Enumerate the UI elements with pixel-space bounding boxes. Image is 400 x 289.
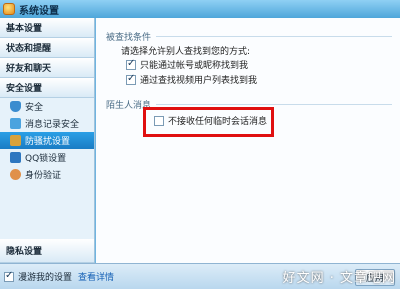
search-section-description: 请选择允许别人查找到您的方式: bbox=[121, 47, 251, 57]
sidebar-item-label: 防骚扰设置 bbox=[25, 137, 71, 147]
sidebar-item-anti-harassment[interactable]: 防骚扰设置 bbox=[0, 132, 94, 149]
option-find-by-video-list[interactable]: 通过查找视频用户列表找到我 bbox=[126, 73, 257, 86]
sidebar-group-friends-chat[interactable]: 好友和聊天 bbox=[0, 58, 94, 78]
sidebar-item-identity[interactable]: 身份验证 bbox=[0, 166, 94, 183]
fence-icon bbox=[10, 135, 21, 146]
qq-app-icon bbox=[3, 3, 15, 15]
sidebar-item-qq-lock[interactable]: QQ锁设置 bbox=[0, 149, 94, 166]
lock-icon bbox=[10, 152, 21, 163]
sidebar-item-label: 消息记录安全 bbox=[25, 120, 80, 130]
search-section-title: 被查找条件 bbox=[106, 33, 152, 43]
checkbox[interactable] bbox=[126, 58, 136, 70]
roam-settings-checkbox[interactable] bbox=[4, 270, 14, 282]
user-icon bbox=[10, 169, 21, 180]
sidebar-group-status[interactable]: 状态和提醒 bbox=[0, 38, 94, 58]
sidebar-group-privacy[interactable]: 隐私设置 bbox=[0, 239, 94, 263]
annotation-highlight-box bbox=[143, 107, 274, 137]
message-icon bbox=[10, 118, 21, 129]
settings-sidebar: 基本设置 状态和提醒 好友和聊天 安全设置 安全 消息记录安全 防骚扰设置 QQ… bbox=[0, 18, 95, 263]
section-divider bbox=[156, 104, 392, 105]
option-label: 只能通过帐号或昵称找到我 bbox=[140, 61, 249, 71]
view-details-link[interactable]: 查看详情 bbox=[78, 270, 114, 283]
title-bar: 系统设置 bbox=[0, 0, 400, 18]
checkbox[interactable] bbox=[126, 73, 136, 85]
sidebar-item-label: 身份验证 bbox=[25, 171, 62, 181]
shield-icon bbox=[10, 101, 21, 112]
option-find-by-account[interactable]: 只能通过帐号或昵称找到我 bbox=[126, 58, 248, 71]
watermark: 好文网 · 文章吧网 bbox=[282, 271, 396, 286]
roam-settings-label: 漫游我的设置 bbox=[18, 273, 73, 283]
sidebar-item-label: QQ锁设置 bbox=[25, 154, 67, 164]
settings-panel: 被查找条件 请选择允许别人查找到您的方式: 只能通过帐号或昵称找到我 通过查找视… bbox=[96, 18, 400, 263]
sidebar-item-label: 安全 bbox=[25, 103, 44, 113]
section-divider bbox=[156, 36, 392, 37]
option-label: 通过查找视频用户列表找到我 bbox=[140, 76, 258, 86]
sidebar-item-message-record[interactable]: 消息记录安全 bbox=[0, 115, 94, 132]
window-title: 系统设置 bbox=[19, 5, 59, 17]
sidebar-item-security[interactable]: 安全 bbox=[0, 98, 94, 115]
sidebar-group-basic[interactable]: 基本设置 bbox=[0, 18, 94, 38]
sidebar-group-security[interactable]: 安全设置 bbox=[0, 78, 94, 98]
